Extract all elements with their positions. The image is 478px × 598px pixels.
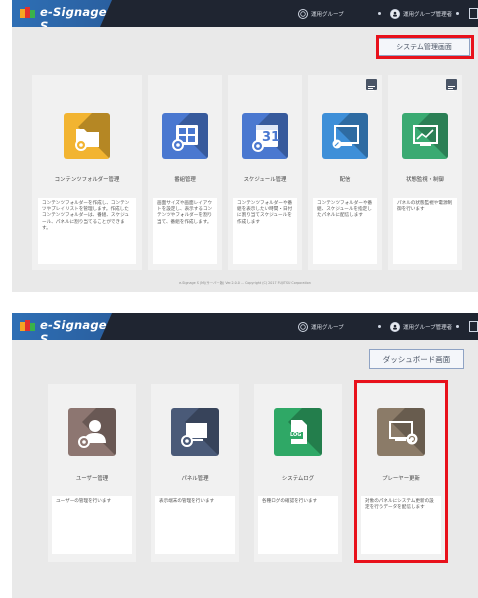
card-title: 状態監視・制御 xyxy=(406,177,444,183)
user-icon xyxy=(390,8,400,19)
calendar-icon: 31 xyxy=(242,113,288,159)
user-label: 運用グループ管理者 xyxy=(403,324,453,331)
logo-text: e-Signage S xyxy=(40,5,107,33)
card-program[interactable]: 番組管理 画面サイズや画面レイアウトを設定し、表示するコンテンツやフォルダーを割… xyxy=(148,75,222,270)
card-desc: コンテンツフォルダーを作成し、コンテンツやプレイリストを管理します。作成したコン… xyxy=(38,198,136,264)
logout-icon[interactable] xyxy=(469,321,478,332)
monitoring-icon xyxy=(402,113,448,159)
card-schedule[interactable]: 31 スケジュール管理 コンテンツフォルダーや番組を表示したい時間・日付に割り当… xyxy=(228,75,302,270)
separator-dot xyxy=(378,12,381,15)
highlight-box xyxy=(376,35,474,59)
user-menu[interactable]: 運用グループ管理者 xyxy=(390,0,452,27)
card-desc: 各種ログの確認を行います xyxy=(258,496,338,554)
logo-area[interactable]: e-Signage S xyxy=(12,0,112,27)
card-system-log[interactable]: LOG システムログ 各種ログの確認を行います xyxy=(254,384,342,562)
card-desc: パネルの状態監視や電源制御を行います xyxy=(393,198,457,264)
card-title: パネル管理 xyxy=(181,476,209,482)
monitor-icon xyxy=(322,113,368,159)
card-delivery[interactable]: 配信 コンテンツフォルダーや番組、スケジュールを指定したパネルに配信します xyxy=(308,75,382,270)
card-desc: コンテンツフォルダーや番組、スケジュールを指定したパネルに配信します xyxy=(313,198,377,264)
logo-icon xyxy=(20,320,35,331)
logo-icon xyxy=(20,7,35,18)
card-title: スケジュール管理 xyxy=(243,177,287,183)
card-monitoring[interactable]: 状態監視・制御 パネルの状態監視や電源制御を行います xyxy=(388,75,462,270)
group-label: 運用グループ xyxy=(311,324,344,331)
screen-system-admin: e-Signage S 運用グループ 運用グループ管理者 ダッシュボード画面 ユ… xyxy=(12,313,478,598)
user-icon xyxy=(390,321,400,332)
top-bar: e-Signage S 運用グループ 運用グループ管理者 xyxy=(12,0,478,27)
screen-dashboard: e-Signage S 運用グループ 運用グループ管理者 システム管理画面 コン… xyxy=(12,0,478,292)
group-menu[interactable]: 運用グループ xyxy=(298,313,344,340)
layout-icon xyxy=(162,113,208,159)
card-title: 番組管理 xyxy=(174,177,196,183)
card-panel-management[interactable]: パネル管理 表示端末の管理を行います xyxy=(151,384,239,562)
chevron-down-icon[interactable] xyxy=(456,12,459,15)
card-title: ユーザー管理 xyxy=(75,476,109,482)
group-menu[interactable]: 運用グループ xyxy=(298,0,344,27)
chevron-down-icon[interactable] xyxy=(456,325,459,328)
card-title: コンテンツフォルダー管理 xyxy=(54,177,120,183)
highlight-box xyxy=(354,380,448,563)
panel-manage-icon xyxy=(171,408,219,456)
card-desc: ユーザーの管理を行います xyxy=(52,496,132,554)
card-desc: コンテンツフォルダーや番組を表示したい時間・日付に割り当てスケジュールを作成しま… xyxy=(233,198,297,264)
card-content-folder[interactable]: コンテンツフォルダー管理 コンテンツフォルダーを作成し、コンテンツやプレイリスト… xyxy=(32,75,142,270)
logo-area[interactable]: e-Signage S xyxy=(12,313,112,340)
card-user-management[interactable]: ユーザー管理 ユーザーの管理を行います xyxy=(48,384,136,562)
log-file-icon: LOG xyxy=(274,408,322,456)
user-menu[interactable]: 運用グループ管理者 xyxy=(390,313,452,340)
card-desc: 表示端末の管理を行います xyxy=(155,496,235,554)
user-manage-icon xyxy=(68,408,116,456)
monitoring-settings-icon[interactable] xyxy=(446,79,457,91)
group-icon xyxy=(298,321,308,332)
dashboard-button[interactable]: ダッシュボード画面 xyxy=(369,349,464,369)
group-label: 運用グループ xyxy=(311,11,344,18)
folder-icon xyxy=(64,113,110,159)
logo-text: e-Signage S xyxy=(40,318,107,346)
logout-icon[interactable] xyxy=(469,8,478,19)
card-desc: 画面サイズや画面レイアウトを設定し、表示するコンテンツやフォルダーを割り当て、番… xyxy=(153,198,217,264)
card-title: システムログ xyxy=(281,476,315,482)
card-title: 配信 xyxy=(339,177,351,183)
delivery-settings-icon[interactable] xyxy=(366,79,377,91)
log-label: LOG xyxy=(290,432,302,438)
top-bar: e-Signage S 運用グループ 運用グループ管理者 xyxy=(12,313,478,340)
footer-copyright: e-Signage S (M)(サーバー版) Ver.2.0.0 ... Cop… xyxy=(179,281,311,285)
separator-dot xyxy=(378,325,381,328)
group-icon xyxy=(298,8,308,19)
user-label: 運用グループ管理者 xyxy=(403,11,453,18)
